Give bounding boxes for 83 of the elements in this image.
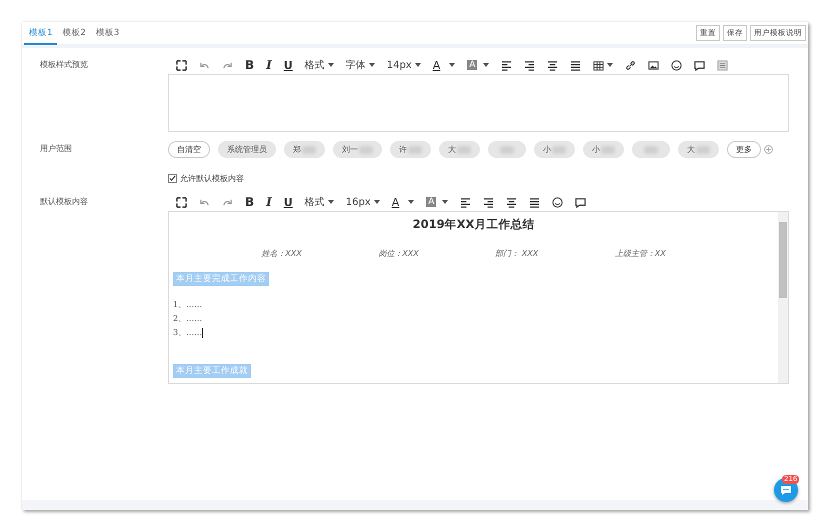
- user-tag[interactable]: 大: [678, 141, 719, 158]
- checkbox[interactable]: [168, 174, 177, 183]
- image-icon: [648, 60, 660, 70]
- field-label: 默认模板内容: [39, 196, 89, 208]
- field-label: 模板样式预览: [39, 59, 89, 71]
- font-color-button[interactable]: A: [386, 194, 420, 210]
- bold-button[interactable]: B: [240, 194, 260, 210]
- table-icon: [593, 60, 604, 70]
- align-center-icon: [506, 196, 518, 208]
- dropdown-label: 格式: [304, 58, 325, 72]
- caret-icon: [607, 63, 614, 67]
- format-dropdown[interactable]: 14px: [382, 57, 426, 73]
- caret-icon: [368, 63, 375, 67]
- list-line: 1、……: [173, 300, 202, 309]
- document-field: 上级主管：XX: [614, 248, 666, 259]
- format-dropdown[interactable]: 字体: [340, 57, 380, 73]
- document-title: 2019年XX月工作总结: [412, 217, 536, 232]
- section-heading: 本月主要工作成就: [173, 364, 251, 378]
- list-line: 2、……: [173, 314, 202, 323]
- comment-icon: [575, 196, 586, 208]
- tab[interactable]: 模板2: [57, 23, 91, 45]
- dropdown-label: 14px: [386, 60, 412, 70]
- fullscreen-icon: [176, 60, 187, 70]
- user-tag[interactable]: 刘一: [333, 141, 382, 158]
- highlight-button[interactable]: A: [462, 57, 494, 73]
- tab[interactable]: 模板3: [90, 23, 124, 45]
- document-field: 部门： XXX: [495, 248, 538, 259]
- document-field: 姓名：XXX: [261, 248, 302, 259]
- bold-button[interactable]: B: [240, 57, 260, 73]
- fullscreen-icon: [176, 196, 187, 208]
- format-dropdown[interactable]: 格式: [300, 194, 339, 210]
- highlight-label: A: [426, 197, 436, 207]
- italic-button[interactable]: I: [261, 57, 277, 73]
- justify-icon: [529, 196, 540, 208]
- font-color-button[interactable]: A: [428, 57, 460, 73]
- align-left-icon: [501, 60, 512, 70]
- caret-icon: [328, 63, 334, 67]
- caret-icon: [414, 63, 421, 67]
- emoji-icon: [671, 60, 682, 70]
- caret-icon: [449, 63, 456, 67]
- list-line: 3、……: [173, 328, 202, 337]
- caret-icon: [328, 200, 334, 204]
- user-tag[interactable]: 小: [534, 141, 575, 158]
- font-color-label: A: [392, 196, 400, 208]
- document-field: 岗位：XXX: [378, 248, 419, 259]
- emoji-icon: [552, 196, 564, 208]
- dropdown-label: 格式: [304, 196, 325, 209]
- link-icon: [625, 60, 636, 70]
- align-right-icon: [483, 196, 494, 208]
- format-dropdown[interactable]: 格式: [300, 57, 339, 73]
- font-color-label: A: [432, 58, 440, 72]
- align-center-icon: [547, 60, 558, 70]
- caret-icon: [483, 63, 490, 67]
- highlight-label: A: [467, 60, 478, 70]
- rich-text-editor[interactable]: 2019年XX月工作总结 姓名：XXX 岗位：XXX 部门： XXX 上级主管：XX 本月主要完成工作内容 1、…… 2、…… 3、…… 本月主要工作成就: [168, 211, 789, 384]
- caret-icon: [408, 200, 414, 204]
- highlight-button[interactable]: A: [421, 194, 454, 210]
- comment-icon: [694, 60, 706, 70]
- underline-button[interactable]: U: [278, 57, 298, 73]
- dropdown-label: 16px: [346, 196, 371, 208]
- field-label: 用户范围: [39, 143, 73, 155]
- user-tag[interactable]: 郑: [284, 141, 325, 158]
- clear-button[interactable]: 自清空: [168, 141, 210, 158]
- user-tag[interactable]: 小: [583, 141, 624, 158]
- chat-icon: [780, 484, 792, 496]
- scrollbar[interactable]: [778, 212, 788, 383]
- section-heading: 本月主要完成工作内容: [173, 272, 269, 286]
- template-icon: [717, 60, 728, 70]
- justify-icon: [570, 60, 582, 70]
- user-tag[interactable]: 系统管理员: [218, 141, 276, 158]
- caret-icon: [374, 200, 380, 204]
- dropdown-label: 字体: [346, 58, 366, 72]
- checkbox-label: 允许默认模板内容: [180, 173, 244, 184]
- format-dropdown[interactable]: 16px: [340, 194, 385, 210]
- tab[interactable]: 模板1: [24, 23, 58, 45]
- italic-button[interactable]: I: [261, 194, 277, 210]
- more-button[interactable]: 更多: [727, 141, 761, 158]
- align-left-icon: [460, 196, 472, 208]
- user-tag[interactable]: 大: [439, 141, 480, 158]
- align-right-icon: [524, 60, 536, 70]
- caret-icon: [442, 200, 448, 204]
- underline-button[interactable]: U: [278, 194, 298, 210]
- user-tag[interactable]: 许: [390, 141, 431, 158]
